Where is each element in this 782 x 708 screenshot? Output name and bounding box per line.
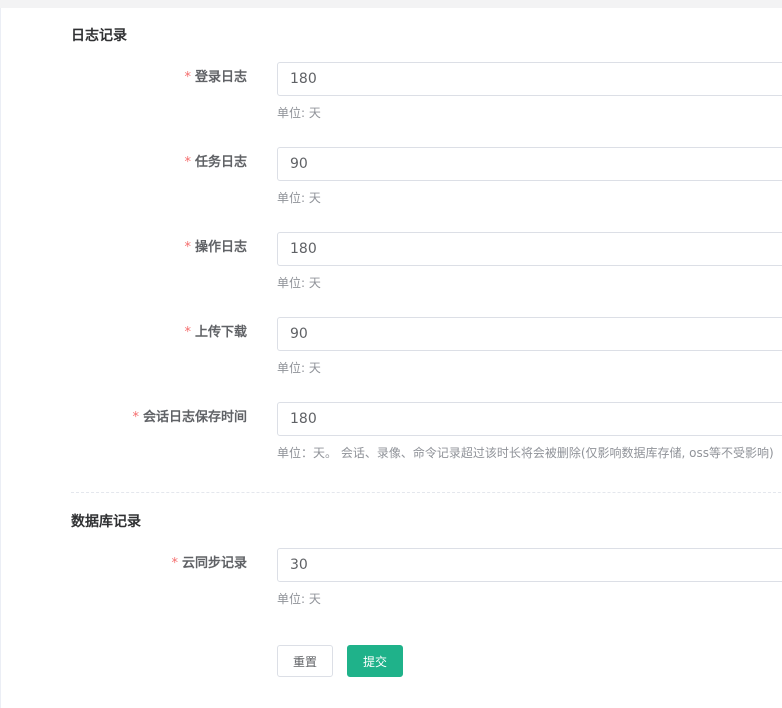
label-cloud-sync-record: * 云同步记录 bbox=[171, 554, 247, 574]
operation-log-hint: 单位: 天 bbox=[277, 276, 321, 290]
required-mark: * bbox=[184, 70, 191, 85]
operation-log-input[interactable] bbox=[277, 232, 782, 266]
section-divider bbox=[71, 492, 782, 493]
task-log-hint: 单位: 天 bbox=[277, 191, 321, 205]
label-task-log: * 任务日志 bbox=[184, 153, 247, 173]
cloud-sync-record-hint: 单位: 天 bbox=[277, 592, 321, 606]
label-upload-download: * 上传下载 bbox=[184, 323, 247, 343]
section-title-db: 数据库记录 bbox=[71, 514, 141, 530]
cloud-sync-record-input[interactable] bbox=[277, 548, 782, 582]
label-text: 上传下载 bbox=[194, 325, 247, 340]
label-text: 任务日志 bbox=[194, 155, 247, 170]
settings-panel: 日志记录 *登录日志 单位: 天 *任务日志 单位: 天 *操作日志 单位: 天… bbox=[0, 8, 782, 708]
required-mark: * bbox=[184, 240, 191, 255]
login-log-hint: 单位: 天 bbox=[277, 106, 321, 120]
session-log-retention-hint: 单位：天。 会话、录像、命令记录超过该时长将会被删除(仅影响数据库存储, oss… bbox=[277, 446, 774, 460]
required-mark: * bbox=[132, 410, 139, 425]
login-log-input[interactable] bbox=[277, 62, 782, 96]
reset-button[interactable]: 重置 bbox=[277, 645, 333, 677]
label-text: 操作日志 bbox=[194, 240, 247, 255]
task-log-input[interactable] bbox=[277, 147, 782, 181]
label-login-log: * 登录日志 bbox=[184, 68, 247, 88]
upload-download-hint: 单位: 天 bbox=[277, 361, 321, 375]
label-operation-log: * 操作日志 bbox=[184, 238, 247, 258]
label-text: 会话日志保存时间 bbox=[142, 410, 247, 425]
required-mark: * bbox=[184, 155, 191, 170]
required-mark: * bbox=[184, 325, 191, 340]
section-title-log: 日志记录 bbox=[71, 28, 127, 44]
required-mark: * bbox=[171, 556, 178, 571]
submit-button[interactable]: 提交 bbox=[347, 645, 403, 677]
label-text: 登录日志 bbox=[194, 70, 247, 85]
upload-download-input[interactable] bbox=[277, 317, 782, 351]
label-session-log-retention: * 会话日志保存时间 bbox=[132, 408, 247, 428]
label-text: 云同步记录 bbox=[181, 556, 247, 571]
session-log-retention-input[interactable] bbox=[277, 402, 782, 436]
